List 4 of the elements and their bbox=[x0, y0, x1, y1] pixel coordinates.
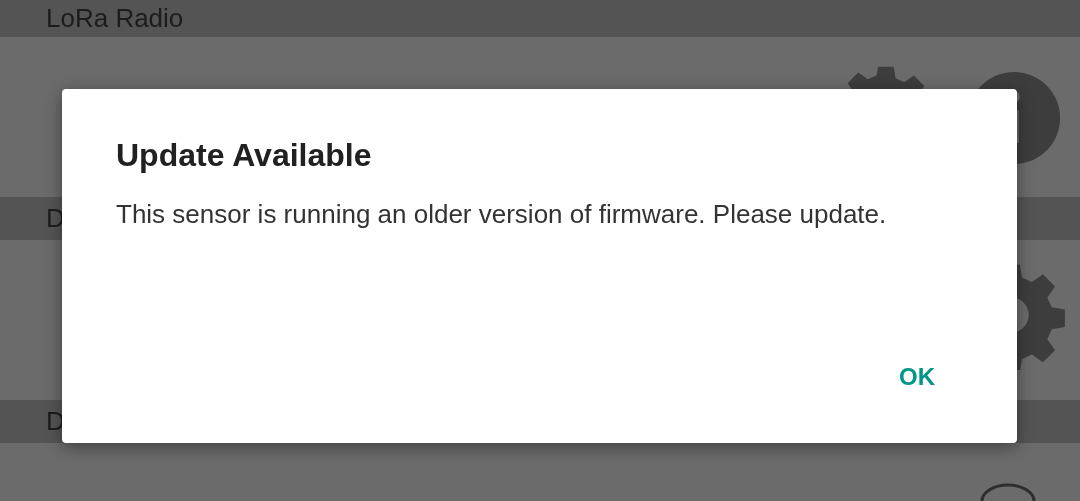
ok-button[interactable]: OK bbox=[891, 359, 963, 395]
section-title: LoRa Radio bbox=[46, 3, 184, 34]
dialog-message: This sensor is running an older version of firmware. Please update. bbox=[116, 198, 888, 231]
dialog-title: Update Available bbox=[116, 137, 373, 174]
